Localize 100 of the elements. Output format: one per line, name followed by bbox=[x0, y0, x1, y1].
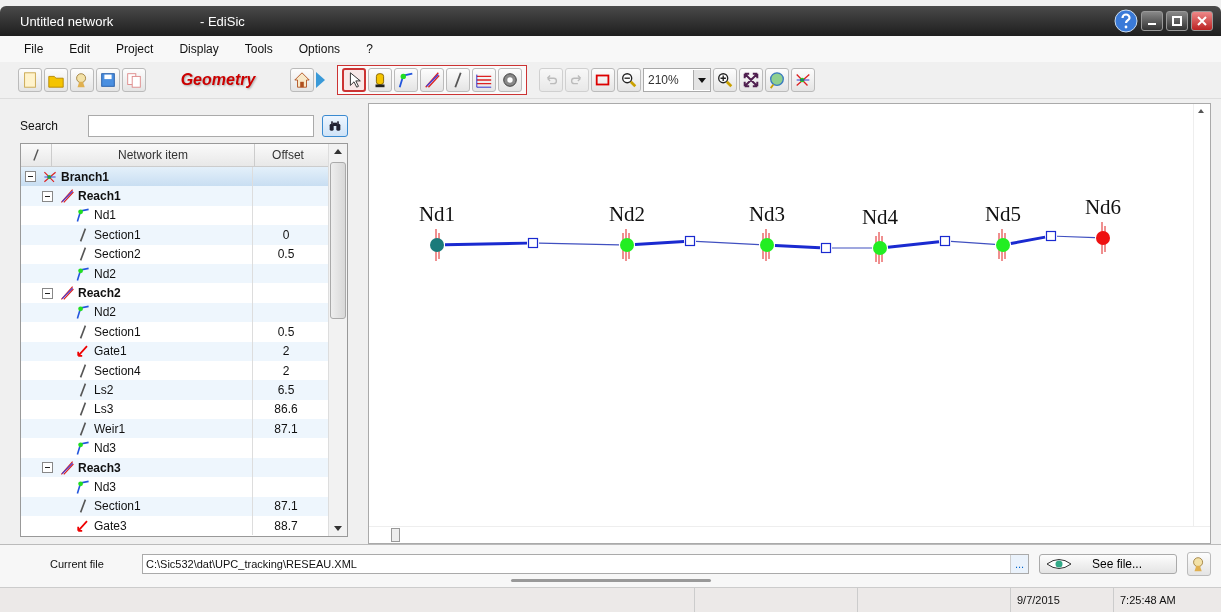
tool-button[interactable] bbox=[420, 68, 444, 92]
tool-button[interactable] bbox=[713, 68, 737, 92]
node-icon bbox=[75, 440, 91, 457]
caret-icon bbox=[698, 77, 706, 83]
offset-value: 86.6 bbox=[273, 402, 299, 417]
tree-row[interactable]: Section1 0.5 bbox=[21, 322, 328, 342]
reach-line[interactable] bbox=[538, 242, 620, 246]
zoom-dropdown[interactable]: 210% bbox=[643, 68, 711, 92]
tree-item-label: Ls3 bbox=[94, 402, 114, 417]
arrow-icon[interactable] bbox=[316, 72, 325, 88]
minimize-icon bbox=[1148, 23, 1156, 25]
tree-row[interactable]: Nd3 bbox=[21, 477, 328, 497]
fit-view-icon bbox=[742, 71, 760, 89]
reach-line[interactable] bbox=[774, 243, 821, 250]
scrollbar[interactable] bbox=[369, 526, 1210, 543]
node-marker[interactable] bbox=[996, 238, 1010, 252]
expander-icon[interactable] bbox=[25, 171, 36, 183]
node-marker[interactable] bbox=[620, 238, 634, 252]
section-mark[interactable] bbox=[435, 228, 440, 262]
reach-line[interactable] bbox=[695, 240, 760, 246]
maximize-button[interactable] bbox=[1166, 11, 1188, 31]
menu-item[interactable]: Edit bbox=[61, 42, 109, 56]
node-label: Nd4 bbox=[861, 205, 899, 229]
tree-row[interactable]: Ls2 6.5 bbox=[21, 380, 328, 400]
close-button[interactable] bbox=[1191, 11, 1213, 31]
column-header[interactable]: Network item bbox=[52, 144, 255, 166]
menu-item[interactable]: Display bbox=[171, 42, 237, 56]
tree-row[interactable]: Reach2 bbox=[21, 283, 328, 303]
tool-button[interactable] bbox=[617, 68, 641, 92]
menu-item[interactable]: File bbox=[16, 42, 62, 56]
tool-button[interactable] bbox=[446, 68, 470, 92]
minimize-button[interactable] bbox=[1141, 11, 1163, 31]
help-icon[interactable] bbox=[1114, 9, 1138, 33]
tree-item-label: Nd2 bbox=[94, 266, 116, 281]
node-marker[interactable] bbox=[430, 238, 444, 252]
midpoint-marker[interactable] bbox=[1045, 230, 1057, 242]
midpoint-marker[interactable] bbox=[527, 237, 539, 249]
maximize-icon bbox=[1172, 16, 1182, 26]
node-label: Nd3 bbox=[748, 202, 786, 226]
tree-row[interactable]: Branch1 bbox=[21, 167, 328, 187]
tree-row[interactable]: Section2 0.5 bbox=[21, 244, 328, 264]
tree-row[interactable]: Gate1 2 bbox=[21, 341, 328, 361]
menu-item[interactable]: Project bbox=[108, 42, 172, 56]
new-file-icon bbox=[21, 71, 39, 89]
tree-row[interactable]: Nd3 bbox=[21, 438, 328, 458]
reach-line[interactable] bbox=[1056, 235, 1096, 239]
tree-row[interactable]: Section1 87.1 bbox=[21, 496, 328, 517]
node-label: Nd2 bbox=[608, 202, 646, 226]
reach-line[interactable] bbox=[950, 240, 996, 246]
expander-icon[interactable] bbox=[42, 287, 53, 299]
file-path-field[interactable]: C:\Sic532\dat\UPC_tracking\RESEAU.XML ... bbox=[142, 554, 1029, 574]
tree-row[interactable]: Section1 0 bbox=[21, 225, 328, 245]
home-button[interactable] bbox=[290, 68, 314, 92]
splitter-grip[interactable] bbox=[510, 579, 711, 582]
offset-value: 87.1 bbox=[273, 499, 299, 514]
tree-row[interactable]: Reach3 bbox=[21, 457, 328, 478]
reach-line[interactable] bbox=[444, 241, 528, 247]
tool-button[interactable] bbox=[368, 68, 392, 92]
menu-item[interactable]: Options bbox=[290, 42, 359, 56]
node-marker[interactable] bbox=[873, 241, 887, 255]
tree-row[interactable]: Nd2 bbox=[21, 302, 328, 323]
midpoint-marker[interactable] bbox=[684, 235, 696, 247]
midpoint-marker[interactable] bbox=[939, 235, 951, 247]
tree-item-label: Branch1 bbox=[61, 169, 110, 184]
binoculars-icon bbox=[329, 118, 341, 134]
menu-item[interactable]: Tools bbox=[236, 42, 291, 56]
tree-row[interactable]: Gate3 88.7 bbox=[21, 516, 328, 536]
browse-button[interactable]: ... bbox=[1010, 555, 1028, 573]
tree-row[interactable]: Weir1 87.1 bbox=[21, 419, 328, 439]
tool-button[interactable] bbox=[342, 68, 366, 92]
zoom-out-icon bbox=[620, 71, 638, 89]
node-icon bbox=[75, 207, 91, 224]
section-mark[interactable] bbox=[1101, 221, 1106, 255]
tool-button[interactable] bbox=[739, 68, 763, 92]
tree-item-label: Reach3 bbox=[78, 460, 121, 475]
reach-line[interactable] bbox=[887, 240, 940, 249]
midpoint-marker[interactable] bbox=[820, 242, 832, 254]
search-button[interactable] bbox=[322, 115, 348, 137]
node-label: Nd1 bbox=[418, 202, 456, 226]
house-icon bbox=[293, 71, 311, 89]
search-label: Search bbox=[20, 119, 60, 133]
app-name: - EdiSic bbox=[200, 13, 246, 29]
reach-line[interactable] bbox=[1010, 235, 1046, 245]
tree-item-label: Section1 bbox=[94, 227, 141, 242]
expander-icon[interactable] bbox=[42, 462, 53, 474]
tree-row[interactable]: Nd2 bbox=[21, 263, 328, 284]
reach-line[interactable] bbox=[634, 239, 685, 246]
reach-icon bbox=[59, 459, 75, 476]
search-field[interactable] bbox=[88, 115, 314, 137]
tree-row[interactable]: Reach1 bbox=[21, 186, 328, 206]
scrollbar[interactable] bbox=[328, 144, 347, 536]
menu-item[interactable]: ? bbox=[358, 42, 391, 56]
node-marker[interactable] bbox=[1096, 231, 1110, 245]
node-label: Nd5 bbox=[984, 202, 1022, 226]
see-file-button[interactable]: See file... bbox=[1039, 554, 1177, 574]
status-time: 7:25:48 AM bbox=[1113, 588, 1221, 612]
expander-icon[interactable] bbox=[42, 190, 53, 202]
offset-value: 0 bbox=[281, 227, 291, 242]
column-header[interactable]: Offset bbox=[255, 144, 321, 166]
node-marker[interactable] bbox=[760, 238, 774, 252]
